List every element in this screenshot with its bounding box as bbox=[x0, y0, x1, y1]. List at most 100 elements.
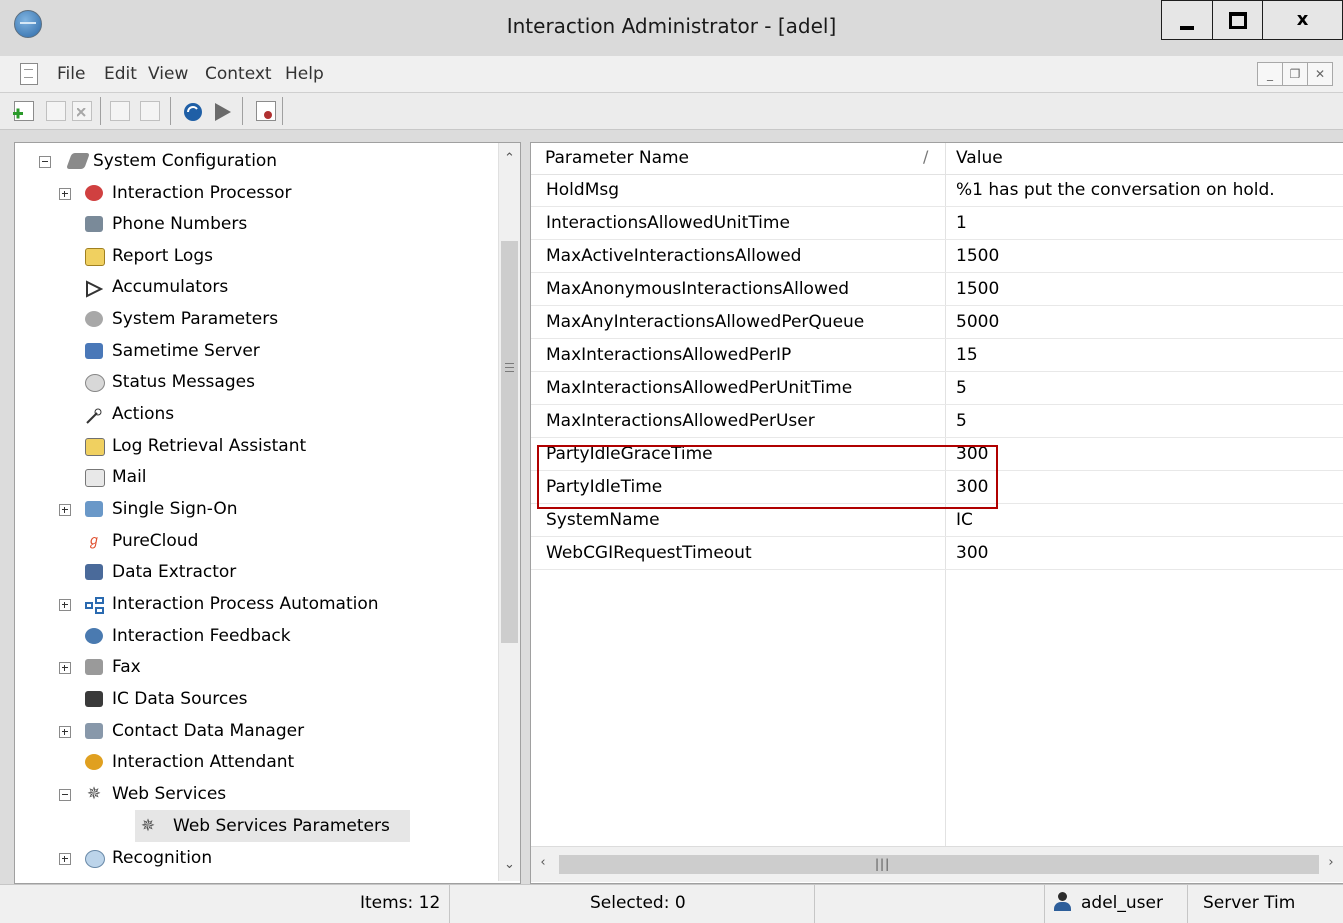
parameter-value-cell: 1500 bbox=[956, 246, 1000, 266]
menu-edit[interactable]: Edit bbox=[104, 64, 137, 84]
list-header: Parameter Name / Value bbox=[531, 143, 1343, 175]
maximize-icon bbox=[1213, 12, 1262, 34]
status-user-cell: adel_user bbox=[1045, 885, 1188, 923]
expand-icon[interactable] bbox=[59, 853, 71, 865]
parameter-value-cell: %1 has put the conversation on hold. bbox=[956, 180, 1275, 200]
list-horizontal-scrollbar[interactable]: ‹ ||| › bbox=[531, 846, 1343, 882]
parameter-list[interactable]: Parameter Name / Value HoldMsg %1 has put… bbox=[530, 142, 1343, 884]
mdi-close-button[interactable]: ✕ bbox=[1307, 62, 1333, 86]
list-row[interactable]: MaxInteractionsAllowedPerUnitTime 5 bbox=[531, 373, 1343, 405]
toolbar-separator bbox=[170, 97, 171, 125]
tree-scroll-thumb[interactable] bbox=[501, 241, 518, 643]
system-configuration-icon bbox=[66, 153, 90, 169]
edit-item-icon[interactable] bbox=[46, 101, 66, 121]
tree-vertical-scrollbar[interactable]: ⌃ ⌄ bbox=[498, 143, 520, 881]
list-row[interactable]: HoldMsg %1 has put the conversation on ho… bbox=[531, 175, 1343, 207]
data-sources-icon bbox=[85, 691, 103, 707]
accumulators-icon bbox=[85, 279, 104, 298]
scroll-left-arrow-icon[interactable]: ‹ bbox=[531, 855, 555, 870]
report-logs-icon bbox=[85, 248, 105, 266]
expand-icon[interactable] bbox=[59, 188, 71, 200]
list-row[interactable]: MaxAnonymousInteractionsAllowed 1500 bbox=[531, 274, 1343, 306]
menu-help[interactable]: Help bbox=[285, 64, 324, 84]
minimize-button[interactable] bbox=[1161, 0, 1213, 40]
expand-icon[interactable] bbox=[59, 662, 71, 674]
list-row[interactable]: WebCGIRequestTimeout 300 bbox=[531, 538, 1343, 570]
list-row[interactable]: MaxInteractionsAllowedPerIP 15 bbox=[531, 340, 1343, 372]
list-scroll-thumb[interactable] bbox=[559, 855, 1319, 874]
recognition-icon bbox=[85, 850, 105, 868]
expand-icon[interactable] bbox=[59, 504, 71, 516]
highlight-annotation-box bbox=[537, 445, 998, 509]
single-sign-on-icon bbox=[85, 501, 103, 517]
mdi-controls: _ ❐ ✕ bbox=[1257, 62, 1333, 86]
menu-file[interactable]: File bbox=[57, 64, 85, 84]
document-icon[interactable] bbox=[20, 63, 38, 85]
title-bar[interactable]: Interaction Administrator - [adel] x bbox=[0, 0, 1343, 56]
parameter-name-cell: HoldMsg bbox=[546, 180, 620, 200]
parameter-name-cell: MaxInteractionsAllowedPerIP bbox=[546, 345, 792, 365]
list-row[interactable]: SystemName IC bbox=[531, 505, 1343, 537]
delete-item-icon[interactable] bbox=[72, 101, 92, 121]
sort-indicator-icon: / bbox=[923, 147, 929, 166]
play-icon[interactable] bbox=[212, 101, 232, 121]
sametime-server-icon bbox=[85, 343, 103, 359]
log-search-icon bbox=[85, 438, 105, 456]
contact-data-icon bbox=[85, 723, 103, 739]
new-item-icon[interactable] bbox=[13, 101, 34, 121]
parameter-value-cell: 5000 bbox=[956, 312, 1000, 332]
fax-icon bbox=[85, 659, 103, 675]
menu-context[interactable]: Context bbox=[205, 64, 272, 84]
list-row[interactable]: InteractionsAllowedUnitTime 1 bbox=[531, 208, 1343, 240]
web-services-icon: ✵ bbox=[86, 784, 102, 804]
menu-view[interactable]: View bbox=[148, 64, 188, 84]
paste-icon[interactable] bbox=[140, 101, 160, 121]
collapse-icon[interactable] bbox=[59, 789, 71, 801]
collapse-icon[interactable] bbox=[39, 156, 51, 168]
expand-icon[interactable] bbox=[59, 599, 71, 611]
attendant-icon bbox=[85, 754, 103, 770]
toolbar-separator bbox=[282, 97, 283, 125]
list-row[interactable]: MaxInteractionsAllowedPerUser 5 bbox=[531, 406, 1343, 438]
parameter-value-cell: 5 bbox=[956, 411, 967, 431]
status-items: Items: 12 bbox=[360, 893, 441, 913]
list-row[interactable]: MaxActiveInteractionsAllowed 1500 bbox=[531, 241, 1343, 273]
user-icon bbox=[1053, 892, 1071, 912]
list-row[interactable]: MaxAnyInteractionsAllowedPerQueue 5000 bbox=[531, 307, 1343, 339]
parameter-name-cell: InteractionsAllowedUnitTime bbox=[546, 213, 790, 233]
tree-pane[interactable]: System Configuration Interaction Process… bbox=[14, 142, 521, 884]
web-services-parameters-icon: ✵ bbox=[140, 816, 156, 836]
mdi-minimize-button[interactable]: _ bbox=[1257, 62, 1283, 86]
menu-bar: File Edit View Context Help _ ❐ ✕ bbox=[0, 56, 1343, 93]
parameter-value-cell: 1 bbox=[956, 213, 967, 233]
properties-icon[interactable] bbox=[256, 101, 276, 121]
scroll-up-arrow-icon[interactable]: ⌃ bbox=[499, 151, 520, 166]
mail-icon bbox=[85, 469, 105, 487]
parameter-value-cell: 300 bbox=[956, 543, 989, 563]
parameter-value-cell: IC bbox=[956, 510, 973, 530]
status-spacer-cell bbox=[815, 885, 1045, 923]
toolbar-separator bbox=[242, 97, 243, 125]
gears-icon bbox=[85, 311, 103, 327]
status-selected-cell: Selected: 0 bbox=[450, 885, 815, 923]
minimize-icon bbox=[1162, 14, 1212, 35]
close-icon: x bbox=[1296, 9, 1309, 30]
column-header-parameter-name[interactable]: Parameter Name bbox=[545, 148, 689, 168]
wand-icon bbox=[85, 406, 103, 424]
refresh-icon[interactable] bbox=[182, 101, 202, 121]
mdi-restore-button[interactable]: ❐ bbox=[1282, 62, 1308, 86]
close-button[interactable]: x bbox=[1263, 0, 1343, 40]
status-items-cell: Items: 12 bbox=[0, 885, 450, 923]
toolbar bbox=[0, 93, 1343, 130]
expand-icon[interactable] bbox=[59, 726, 71, 738]
parameter-name-cell: MaxInteractionsAllowedPerUser bbox=[546, 411, 815, 431]
maximize-button[interactable] bbox=[1213, 0, 1263, 40]
copy-icon[interactable] bbox=[110, 101, 130, 121]
scroll-right-arrow-icon[interactable]: › bbox=[1319, 855, 1343, 870]
app-window: Interaction Administrator - [adel] x Fil… bbox=[0, 0, 1343, 923]
column-header-value[interactable]: Value bbox=[956, 148, 1003, 168]
status-selected: Selected: 0 bbox=[590, 893, 686, 913]
toolbar-separator bbox=[100, 97, 101, 125]
scroll-down-arrow-icon[interactable]: ⌄ bbox=[499, 857, 520, 872]
status-bar: Items: 12 Selected: 0 adel_user Server T… bbox=[0, 884, 1343, 923]
